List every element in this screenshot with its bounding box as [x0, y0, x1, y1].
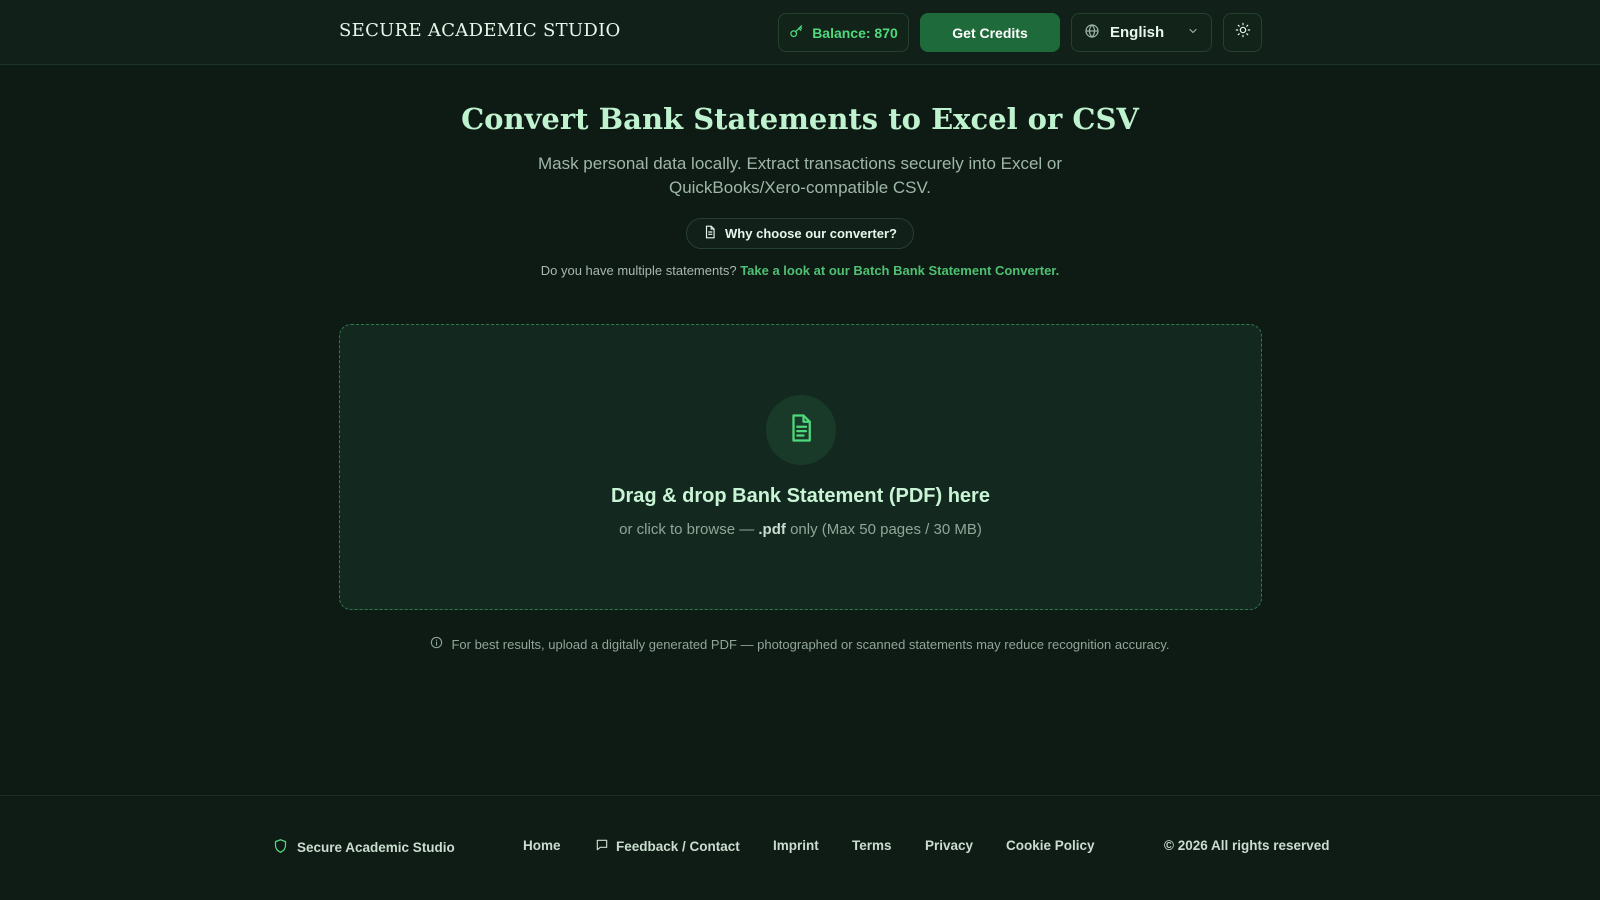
sun-icon: [1235, 22, 1251, 43]
footer-link-cookie-policy[interactable]: Cookie Policy: [1006, 838, 1095, 853]
upload-tip-text: For best results, upload a digitally gen…: [451, 636, 1170, 652]
footer-link-feedback[interactable]: Feedback / Contact: [595, 838, 740, 855]
top-header: SECURE ACADEMIC STUDIO Balance: 870 Get …: [0, 0, 1600, 65]
page-footer: Secure Academic Studio Home Feedback / C…: [0, 795, 1600, 900]
footer-link-imprint[interactable]: Imprint: [773, 838, 819, 853]
dropzone-sub-suffix: only (Max 50 pages / 30 MB): [790, 521, 982, 538]
footer-brand-label: Secure Academic Studio: [297, 840, 455, 855]
footer-link-feedback-label: Feedback / Contact: [616, 839, 740, 854]
page-title: Convert Bank Statements to Excel or CSV: [461, 102, 1139, 136]
balance-button[interactable]: Balance: 870: [778, 13, 909, 52]
page-subtitle: Mask personal data locally. Extract tran…: [537, 154, 1063, 197]
balance-label: Balance: 870: [812, 24, 898, 41]
shield-icon: [273, 838, 288, 857]
message-icon: [595, 838, 609, 855]
why-choose-label: Why choose our converter?: [725, 226, 897, 241]
globe-icon: [1084, 23, 1100, 43]
dropzone-subtitle: or click to browse — .pdf only (Max 50 p…: [340, 521, 1261, 538]
dropzone-title: Drag & drop Bank Statement (PDF) here: [611, 485, 990, 507]
document-icon: [703, 225, 717, 242]
footer-copyright: © 2026 All rights reserved: [1164, 838, 1330, 853]
chevron-down-icon: [1187, 24, 1199, 41]
file-text-icon: [786, 413, 816, 448]
dropzone-icon-badge: [766, 395, 836, 465]
key-icon: [789, 24, 804, 42]
multiple-statements-question: Do you have multiple statements?: [540, 263, 737, 278]
why-choose-button[interactable]: Why choose our converter?: [686, 218, 914, 249]
theme-toggle-button[interactable]: [1223, 13, 1262, 52]
multiple-statements-line: Do you have multiple statements? Take a …: [0, 263, 1600, 278]
brand-logo-text[interactable]: SECURE ACADEMIC STUDIO: [339, 20, 621, 41]
batch-converter-link[interactable]: Take a look at our Batch Bank Statement …: [740, 263, 1059, 278]
get-credits-button[interactable]: Get Credits: [920, 13, 1060, 52]
language-label: English: [1110, 24, 1165, 41]
dropzone-sub-prefix: or click to browse —: [619, 521, 755, 538]
language-select[interactable]: English: [1071, 13, 1212, 52]
pdf-dropzone[interactable]: Drag & drop Bank Statement (PDF) here or…: [339, 324, 1262, 610]
footer-link-terms[interactable]: Terms: [852, 838, 892, 853]
footer-brand: Secure Academic Studio: [273, 838, 455, 857]
upload-tip: For best results, upload a digitally gen…: [0, 636, 1600, 652]
dropzone-extension: .pdf: [758, 521, 786, 538]
footer-link-privacy[interactable]: Privacy: [925, 838, 973, 853]
info-icon: [430, 636, 443, 652]
footer-link-home[interactable]: Home: [523, 838, 561, 853]
